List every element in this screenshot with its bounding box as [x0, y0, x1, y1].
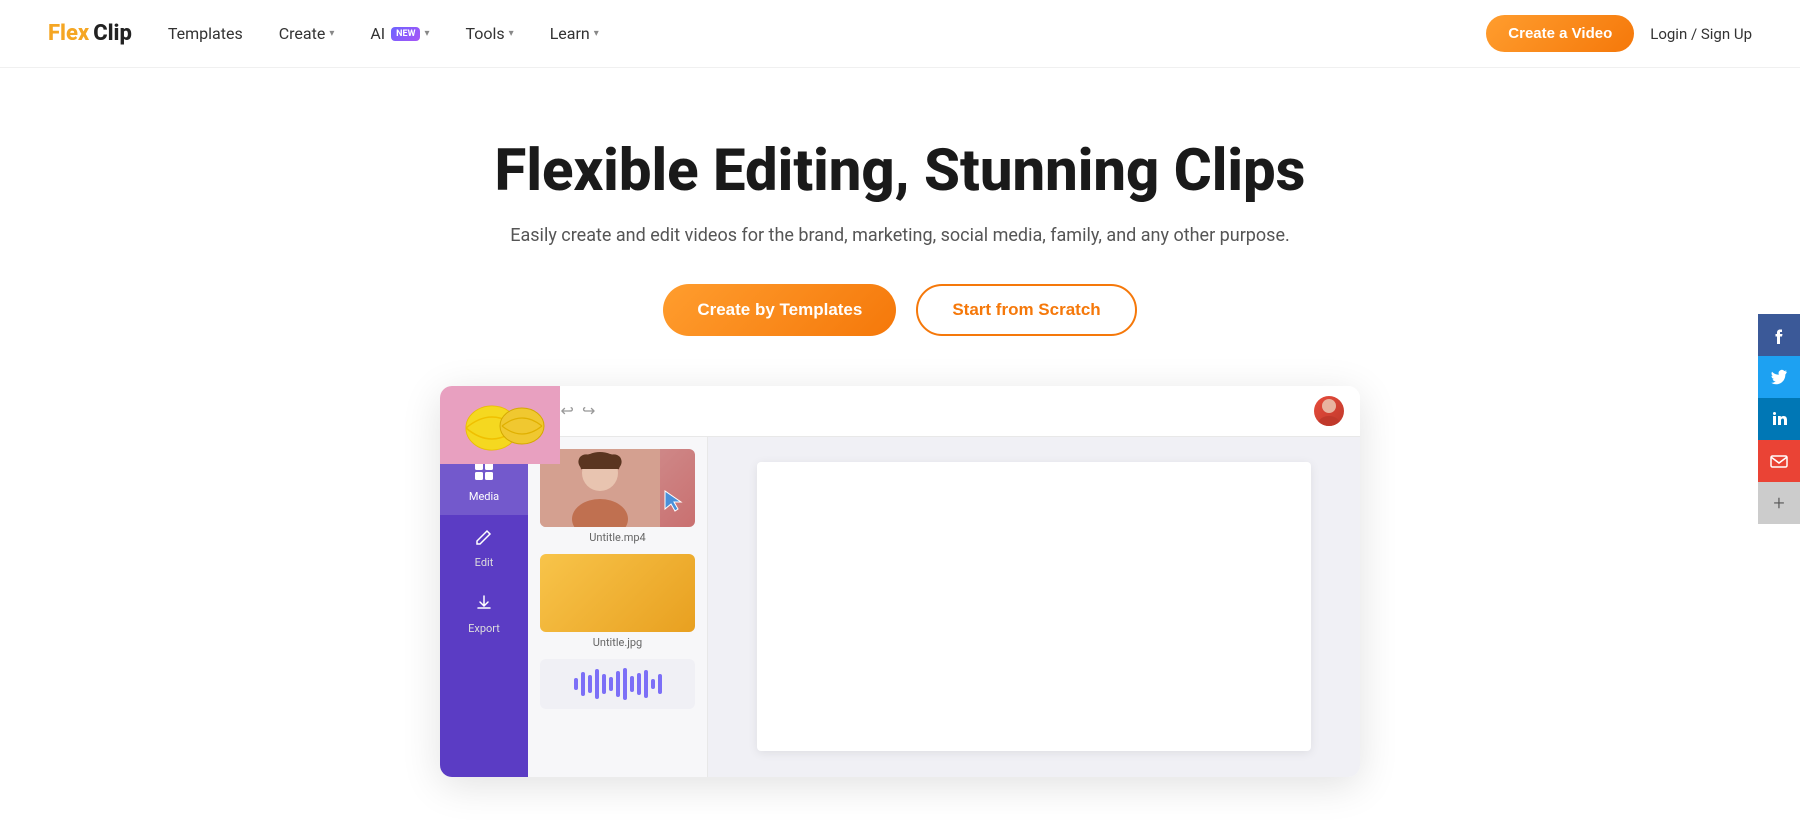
sidebar-item-edit[interactable]: Edit: [440, 515, 528, 581]
lemon-thumbnail-image: [528, 437, 560, 464]
create-video-button[interactable]: Create a Video: [1486, 15, 1634, 52]
media-panel: Untitle.mp4: [528, 437, 708, 777]
email-share-button[interactable]: [1758, 440, 1800, 482]
logo: FlexClip: [48, 21, 132, 46]
edit-label: Edit: [475, 556, 494, 569]
plus-icon: +: [1773, 491, 1784, 515]
more-share-button[interactable]: +: [1758, 482, 1800, 524]
cursor-pointer-icon: [663, 489, 683, 517]
login-button[interactable]: Login / Sign Up: [1650, 25, 1752, 43]
media-item-image[interactable]: Untitle.jpg: [540, 554, 695, 649]
app-preview: FlexClip ↩ ↪: [440, 386, 1360, 777]
linkedin-icon: [1770, 410, 1788, 428]
undo-button[interactable]: ↩: [561, 401, 574, 420]
linkedin-share-button[interactable]: [1758, 398, 1800, 440]
chevron-down-icon: ▾: [329, 28, 334, 39]
media-icon: [474, 461, 494, 486]
sidebar-item-export[interactable]: Export: [440, 581, 528, 647]
media-item-video[interactable]: Untitle.mp4: [540, 449, 695, 544]
edit-pencil-icon: [474, 527, 494, 547]
hero-title: Flexible Editing, Stunning Clips: [20, 138, 1780, 205]
app-body: Media Edit Export: [440, 437, 1360, 777]
chevron-down-icon-tools: ▾: [509, 28, 514, 39]
nav-tools[interactable]: Tools ▾: [465, 24, 513, 43]
navbar: FlexClip Templates Create ▾ AI NEW ▾ Too…: [0, 0, 1800, 68]
mouse-cursor-icon: [663, 489, 683, 513]
export-label: Export: [468, 622, 500, 635]
nav-left: FlexClip Templates Create ▾ AI NEW ▾ Too…: [48, 21, 599, 46]
video-filename: Untitle.mp4: [540, 531, 695, 544]
hero-section: Flexible Editing, Stunning Clips Easily …: [0, 68, 1800, 817]
image-filename: Untitle.jpg: [540, 636, 695, 649]
social-sidebar: +: [1758, 314, 1800, 524]
video-thumbnail: [540, 449, 695, 527]
media-grid-icon: [474, 461, 494, 481]
create-by-templates-button[interactable]: Create by Templates: [663, 284, 896, 336]
nav-templates[interactable]: Templates: [168, 24, 243, 43]
ai-new-badge: NEW: [391, 27, 420, 41]
avatar: [1314, 396, 1344, 426]
twitter-icon: [1770, 368, 1788, 386]
app-topbar: FlexClip ↩ ↪: [440, 386, 1360, 437]
hero-subtitle: Easily create and edit videos for the br…: [20, 225, 1780, 246]
audio-waveform: [574, 668, 662, 700]
facebook-icon: [1770, 326, 1788, 344]
export-arrow-icon: [474, 593, 494, 613]
avatar-image: [1314, 396, 1344, 426]
nav-right: Create a Video Login / Sign Up: [1486, 15, 1752, 52]
app-canvas: [708, 437, 1360, 777]
image-thumbnail: [540, 554, 695, 632]
chevron-down-icon-learn: ▾: [594, 28, 599, 39]
nav-create[interactable]: Create ▾: [279, 24, 335, 43]
app-sidebar: Media Edit Export: [440, 437, 528, 777]
hero-buttons: Create by Templates Start from Scratch: [20, 284, 1780, 336]
chevron-down-icon-ai: ▾: [424, 28, 429, 39]
edit-icon: [474, 527, 494, 552]
nav-ai[interactable]: AI NEW ▾: [370, 24, 429, 43]
canvas-workspace[interactable]: [757, 462, 1311, 751]
facebook-share-button[interactable]: [1758, 314, 1800, 356]
start-from-scratch-button[interactable]: Start from Scratch: [916, 284, 1136, 336]
user-avatar-icon: [1314, 396, 1344, 426]
redo-button[interactable]: ↪: [582, 401, 595, 420]
media-item-audio[interactable]: [540, 659, 695, 709]
email-icon: [1770, 452, 1788, 470]
twitter-share-button[interactable]: [1758, 356, 1800, 398]
export-icon: [474, 593, 494, 618]
undo-redo-controls: ↩ ↪: [561, 401, 596, 420]
media-label: Media: [469, 490, 499, 503]
nav-learn[interactable]: Learn ▾: [550, 24, 599, 43]
